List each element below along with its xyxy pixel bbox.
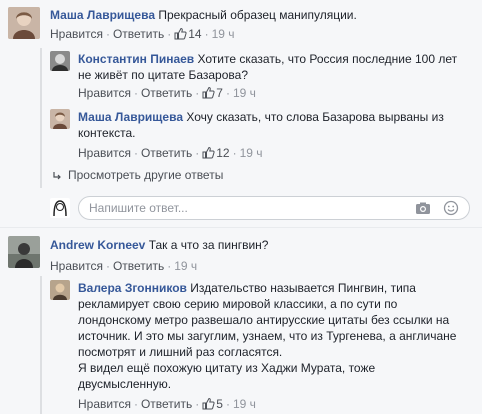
thumbs-up-icon[interactable]	[202, 86, 215, 103]
smiley-icon[interactable]	[443, 200, 459, 219]
comment-text-line: контекста.	[78, 126, 136, 140]
reply-composer[interactable]	[78, 196, 470, 220]
comment-text-line: двусмысленную.	[78, 377, 172, 391]
comment-text: Так а что за пингвин?	[148, 238, 269, 252]
avatar[interactable]	[50, 280, 70, 300]
thumbs-up-icon[interactable]	[174, 27, 187, 44]
view-more-replies[interactable]: Просмотреть другие ответы	[52, 167, 223, 183]
avatar[interactable]	[50, 51, 70, 71]
avatar[interactable]	[50, 109, 70, 129]
like-count[interactable]: 5	[216, 397, 223, 411]
comment-author[interactable]: Маша Лаврищева	[78, 110, 183, 124]
reply-button[interactable]: Ответить	[141, 397, 192, 411]
reply-button[interactable]: Ответить	[113, 27, 164, 41]
like-button[interactable]: Нравится	[78, 86, 131, 100]
camera-icon[interactable]	[415, 200, 431, 219]
like-button[interactable]: Нравится	[78, 146, 131, 160]
avatar[interactable]	[8, 7, 40, 39]
reply-button[interactable]: Ответить	[113, 259, 164, 273]
comment-text-line: источник. И это мы загуглим, узнаем, что…	[78, 329, 457, 343]
comment-author[interactable]: Andrew Korneev	[50, 238, 145, 252]
like-button[interactable]: Нравится	[78, 397, 131, 411]
reply-konstantin: Константин Пинаев Хотите сказать, что Ро…	[0, 48, 482, 104]
timestamp[interactable]: 19 ч	[233, 86, 256, 100]
comment-author[interactable]: Маша Лаврищева	[50, 8, 155, 22]
comment-andrew: Andrew Korneev Так а что за пингвин? Нра…	[0, 228, 482, 276]
comment-text-line: Хотите сказать, что Россия последние 100…	[197, 52, 458, 66]
comment-text-line: рекламирует свою серию мировой классики,…	[78, 297, 398, 311]
comment-text-line: лондонскому метро развешало антирусские …	[78, 313, 450, 327]
reply-valera: Валера Згонников Издательство называется…	[0, 276, 482, 414]
like-count[interactable]: 14	[188, 27, 201, 41]
like-count[interactable]: 12	[216, 146, 229, 160]
comment-text: Прекрасный образец манипуляции.	[158, 8, 357, 22]
current-user-avatar	[50, 198, 70, 218]
timestamp[interactable]: 19 ч	[212, 27, 235, 41]
thumbs-up-icon[interactable]	[202, 397, 215, 414]
comment-masha-1: Маша Лаврищева Прекрасный образец манипу…	[0, 0, 482, 48]
avatar-image	[50, 280, 70, 300]
avatar[interactable]	[8, 236, 40, 268]
comment-author[interactable]: Константин Пинаев	[78, 52, 194, 66]
reply-arrow-icon	[53, 172, 61, 180]
like-button[interactable]: Нравится	[50, 27, 103, 41]
timestamp[interactable]: 19 ч	[240, 146, 263, 160]
avatar-image	[50, 51, 70, 71]
comment-text-line: Я видел ещё похожую цитату из Хаджи Мура…	[78, 361, 376, 375]
avatar-image	[8, 236, 40, 268]
comment-text-line: Издательство называется Пингвин, типа	[190, 281, 416, 295]
avatar-image	[8, 7, 40, 39]
reply-input[interactable]	[87, 200, 391, 216]
comment-author[interactable]: Валера Згонников	[78, 281, 187, 295]
timestamp[interactable]: 19 ч	[233, 397, 256, 411]
like-button[interactable]: Нравится	[50, 259, 103, 273]
comment-text-line: посмотрят и лишний раз согласятся.	[78, 345, 283, 359]
reply-button[interactable]: Ответить	[141, 86, 192, 100]
reply-button[interactable]: Ответить	[141, 146, 192, 160]
avatar-image	[50, 198, 70, 218]
avatar-image	[50, 109, 70, 129]
timestamp[interactable]: 19 ч	[174, 259, 197, 273]
thumbs-up-icon[interactable]	[202, 146, 215, 163]
like-count[interactable]: 7	[216, 86, 223, 100]
reply-masha-2: Маша Лаврищева Хочу сказать, что слова Б…	[0, 106, 482, 162]
comment-text-line: Хочу сказать, что слова Базарова вырваны…	[186, 110, 444, 124]
view-more-replies-label[interactable]: Просмотреть другие ответы	[68, 168, 223, 182]
comment-text-line: не живёт по цитате Базарова?	[78, 68, 248, 82]
